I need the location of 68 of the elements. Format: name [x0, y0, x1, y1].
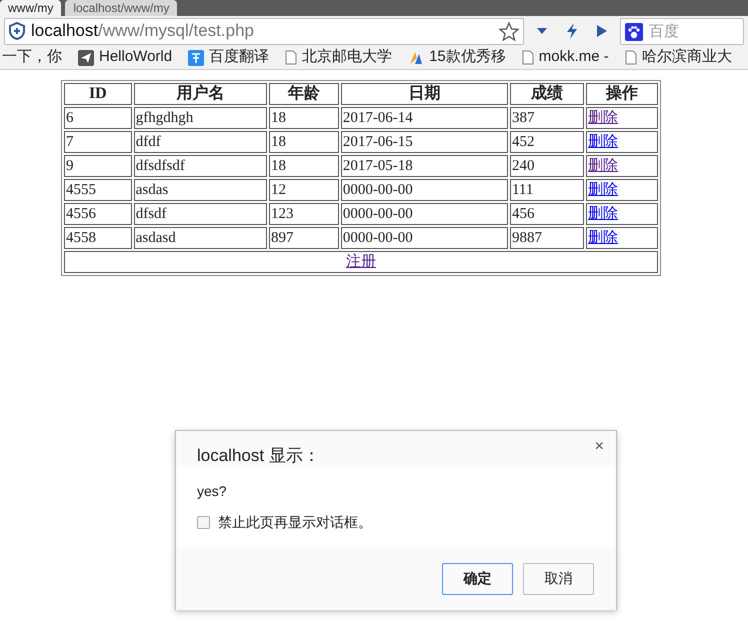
table-cell: 2017-06-15	[340, 131, 508, 153]
table-cell: 9887	[510, 227, 584, 249]
translate-icon	[188, 50, 204, 66]
table-cell: 7	[64, 131, 132, 153]
bookmark-link[interactable]: 15款优秀移	[408, 46, 506, 69]
dropdown-icon[interactable]	[537, 28, 547, 34]
bookmark-link[interactable]: HelloWorld	[78, 46, 172, 69]
checkbox-label: 禁止此页再显示对话框。	[218, 513, 372, 532]
table-cell: 0000-00-00	[340, 227, 508, 249]
bookmark-link[interactable]: 北京邮电大学	[285, 46, 392, 69]
table-cell: dfsdf	[134, 203, 267, 225]
table-cell: 897	[269, 227, 339, 249]
table-cell: gfhgdhgh	[134, 107, 267, 129]
column-header: ID	[64, 83, 132, 105]
checkbox[interactable]	[197, 516, 210, 529]
table-cell: asdas	[134, 179, 267, 201]
column-header: 成绩	[510, 83, 584, 105]
table-cell: 4556	[64, 203, 132, 225]
paw-icon	[625, 22, 643, 40]
table-cell: 452	[510, 131, 584, 153]
dialog-title: localhost 显示：	[197, 445, 320, 467]
table-cell: 4558	[64, 227, 132, 249]
browser-tab[interactable]: www/my	[0, 0, 62, 16]
table-cell: 0000-00-00	[340, 203, 508, 225]
table-cell: 4555	[64, 179, 132, 201]
table-cell: 18	[269, 155, 339, 177]
table-cell: 0000-00-00	[340, 179, 508, 201]
bookmark-link[interactable]: 哈尔滨商业大	[624, 46, 732, 69]
table-cell: 2017-06-14	[340, 107, 508, 129]
column-header: 年龄	[269, 83, 339, 105]
bookmark-link[interactable]: 百度翻译	[188, 46, 270, 69]
table-cell: 18	[269, 107, 339, 129]
close-button[interactable]: ×	[590, 437, 608, 457]
register-link[interactable]: 注册	[346, 254, 376, 270]
dialog-message: yes?	[197, 482, 228, 501]
play-icon[interactable]	[597, 25, 607, 37]
table-cell: 18	[269, 131, 339, 153]
cancel-button[interactable]: 取消	[523, 562, 594, 594]
search-field[interactable]: 百度	[620, 18, 744, 44]
address-bar[interactable]: localhost/www/mysql/test.php	[4, 18, 524, 44]
page-icon	[624, 50, 637, 65]
url-text: localhost/www/mysql/test.php	[31, 20, 255, 42]
table-cell: dfsdfsdf	[134, 155, 267, 177]
table-cell: 387	[510, 107, 584, 129]
confirm-button[interactable]: 确定	[442, 562, 513, 594]
table-cell: asdasd	[134, 227, 267, 249]
table-cell: dfdf	[134, 131, 267, 153]
table-cell: 12	[269, 179, 339, 201]
paper-plane-icon	[78, 50, 94, 66]
column-header: 用户名	[134, 83, 267, 105]
page-icon	[522, 50, 534, 65]
page-icon	[285, 50, 298, 65]
lightning-icon[interactable]	[566, 23, 578, 39]
bookmark-link[interactable]: 一下，你	[2, 46, 62, 69]
bookmark-link[interactable]: mokk.me -	[522, 46, 609, 69]
table-cell: 6	[64, 107, 132, 129]
column-header: 操作	[586, 83, 658, 105]
table-cell: 111	[510, 179, 584, 201]
table-cell: 2017-05-18	[340, 155, 508, 177]
table-cell: 123	[269, 203, 339, 225]
bookmark-logo-icon	[408, 50, 424, 66]
column-header: 日期	[340, 83, 508, 105]
table-cell: 240	[510, 155, 584, 177]
star-icon[interactable]	[499, 22, 519, 40]
browser-tab[interactable]: localhost/www/my	[65, 0, 178, 16]
table-cell: 9	[64, 155, 132, 177]
shield-icon	[9, 22, 25, 40]
table-cell: 456	[510, 203, 584, 225]
